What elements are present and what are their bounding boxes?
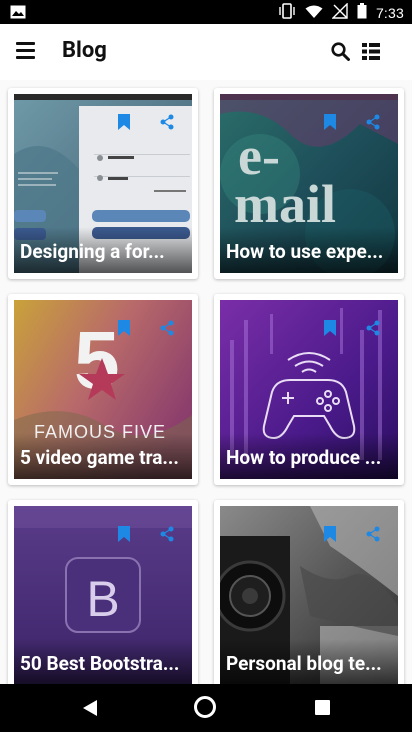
app-bar: Blog: [0, 24, 412, 80]
post-thumbnail: Personal blog te...: [220, 506, 398, 684]
post-caption: 50 Best Bootstra...: [14, 639, 192, 684]
bookmark-icon[interactable]: [324, 320, 336, 340]
search-icon[interactable]: [331, 42, 350, 65]
post-caption: How to use expe...: [220, 227, 398, 273]
vibrate-icon: [278, 3, 296, 23]
post-thumbnail: 5 FAMOUS FIVE 5 video game tra...: [14, 300, 192, 479]
post-title: 5 video game tra...: [20, 446, 179, 469]
post-thumbnail: e- mail How to use expe...: [220, 94, 398, 273]
share-icon[interactable]: [160, 320, 174, 340]
post-thumbnail: B 50 Best Bootstra...: [14, 506, 192, 684]
post-thumbnail: How to produce ...: [220, 300, 398, 479]
share-icon[interactable]: [160, 526, 174, 546]
battery-icon: [357, 3, 367, 23]
page-title: Blog: [62, 38, 107, 63]
share-icon[interactable]: [366, 114, 380, 134]
post-thumbnail: Designing a for...: [14, 94, 192, 273]
back-icon[interactable]: [82, 699, 98, 721]
system-nav-bar: [0, 684, 412, 732]
recents-icon[interactable]: [315, 700, 330, 715]
status-bar: 7:33: [0, 0, 412, 24]
view-list-icon[interactable]: [362, 43, 380, 64]
posts-grid: Designing a for... e- mail How to use ex…: [0, 80, 412, 684]
share-icon[interactable]: [160, 114, 174, 134]
post-card[interactable]: Designing a for...: [8, 88, 198, 279]
svg-text:B: B: [86, 571, 119, 627]
post-card[interactable]: How to produce ...: [214, 294, 404, 485]
bookmark-icon[interactable]: [118, 526, 130, 546]
post-caption: 5 video game tra...: [14, 433, 192, 479]
post-title: Personal blog te...: [226, 652, 382, 675]
post-title: How to produce ...: [226, 446, 382, 469]
post-title: Designing a for...: [20, 240, 165, 263]
post-card[interactable]: Personal blog te...: [214, 500, 404, 684]
home-icon[interactable]: [194, 696, 216, 718]
post-caption: How to produce ...: [220, 433, 398, 479]
signal-off-icon: [331, 2, 348, 23]
post-title: How to use expe...: [226, 240, 384, 263]
bookmark-icon[interactable]: [324, 526, 336, 546]
post-card[interactable]: e- mail How to use expe...: [214, 88, 404, 279]
wifi-icon: [305, 4, 323, 23]
post-card[interactable]: 5 FAMOUS FIVE 5 video game tra...: [8, 294, 198, 485]
share-icon[interactable]: [366, 526, 380, 546]
bookmark-icon[interactable]: [324, 114, 336, 134]
bookmark-icon[interactable]: [118, 114, 130, 134]
post-caption: Personal blog te...: [220, 639, 398, 684]
post-card[interactable]: B 50 Best Bootstra...: [8, 500, 198, 684]
clock-time: 7:33: [375, 5, 404, 21]
image-icon: [10, 4, 26, 23]
post-title: 50 Best Bootstra...: [20, 652, 180, 675]
post-caption: Designing a for...: [14, 227, 192, 273]
svg-text:mail: mail: [234, 174, 336, 234]
bookmark-icon[interactable]: [118, 320, 130, 340]
share-icon[interactable]: [366, 320, 380, 340]
menu-icon[interactable]: [16, 42, 38, 62]
